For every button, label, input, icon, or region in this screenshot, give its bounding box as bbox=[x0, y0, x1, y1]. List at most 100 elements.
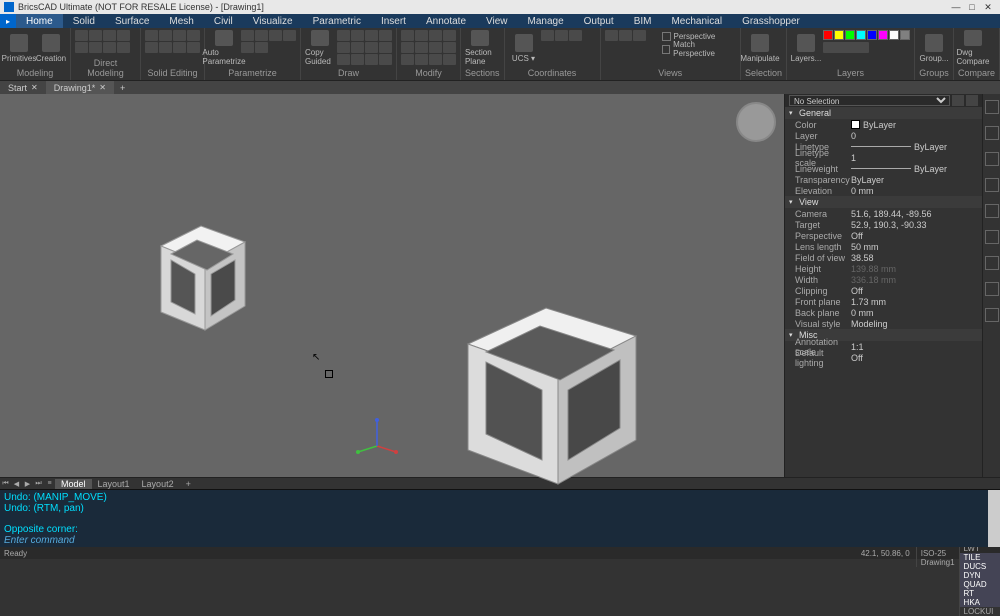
menu-tab-output[interactable]: Output bbox=[574, 14, 624, 28]
props-value[interactable]: ByLayer bbox=[851, 175, 982, 185]
ribbon-tool-icon[interactable] bbox=[159, 42, 172, 53]
rail-tool-icon[interactable] bbox=[985, 308, 999, 322]
ribbon-tool-icon[interactable] bbox=[379, 30, 392, 41]
ribbon-tool-icon[interactable] bbox=[856, 42, 869, 53]
ribbon-tool-icon[interactable] bbox=[75, 42, 88, 53]
layer-color-swatch[interactable] bbox=[900, 30, 910, 40]
close-icon[interactable]: ✕ bbox=[99, 83, 106, 92]
layout-nav-button[interactable]: ⏭ bbox=[33, 480, 44, 488]
ribbon-tool-icon[interactable] bbox=[241, 30, 254, 41]
props-row-height[interactable]: Height139.88 mm bbox=[785, 263, 982, 274]
status-toggle-lockui[interactable]: LOCKUI bbox=[959, 607, 1000, 616]
ribbon-tool-icon[interactable] bbox=[145, 30, 158, 41]
ribbon-tool-icon[interactable] bbox=[173, 42, 186, 53]
ribbon-button-group-[interactable]: Group... bbox=[919, 30, 949, 66]
minimize-button[interactable]: — bbox=[948, 2, 964, 12]
status-toggle-hka[interactable]: HKA bbox=[959, 598, 1000, 607]
ribbon-tool-icon[interactable] bbox=[351, 42, 364, 53]
pickadd-icon[interactable] bbox=[966, 95, 978, 106]
ribbon-tool-icon[interactable] bbox=[187, 42, 200, 53]
ribbon-tool-icon[interactable] bbox=[379, 54, 392, 65]
props-row-camera[interactable]: Camera51.6, 189.44, -89.56 bbox=[785, 208, 982, 219]
ribbon-tool-icon[interactable] bbox=[443, 42, 456, 53]
ribbon-tool-icon[interactable] bbox=[633, 30, 646, 41]
layout-tab-layout1[interactable]: Layout1 bbox=[92, 479, 136, 489]
command-line[interactable]: Undo: (MANIP_MOVE) Undo: (RTM, pan) Oppo… bbox=[0, 489, 1000, 547]
ribbon-tool-icon[interactable] bbox=[145, 42, 158, 53]
props-section-view[interactable]: View bbox=[785, 196, 982, 208]
layout-tab-add[interactable]: + bbox=[180, 479, 197, 489]
ribbon-tool-icon[interactable] bbox=[429, 54, 442, 65]
ribbon-tool-icon[interactable] bbox=[415, 54, 428, 65]
layer-color-swatch[interactable] bbox=[878, 30, 888, 40]
ribbon-tool-icon[interactable] bbox=[555, 30, 568, 41]
ribbon-button-dwg-compare[interactable]: Dwg Compare bbox=[958, 30, 988, 66]
props-row-default-lighting[interactable]: Default lightingOff bbox=[785, 352, 982, 363]
ribbon-tool-icon[interactable] bbox=[429, 30, 442, 41]
menu-tab-view[interactable]: View bbox=[476, 14, 518, 28]
ribbon-tool-icon[interactable] bbox=[255, 30, 268, 41]
props-value[interactable]: Off bbox=[851, 231, 982, 241]
props-value[interactable]: 0 mm bbox=[851, 308, 982, 318]
ribbon-button-primitives[interactable]: Primitives bbox=[4, 30, 34, 66]
rail-tool-icon[interactable] bbox=[985, 178, 999, 192]
props-value[interactable]: ByLayer bbox=[851, 142, 982, 152]
ribbon-tool-icon[interactable] bbox=[541, 30, 554, 41]
props-value[interactable]: 139.88 mm bbox=[851, 264, 982, 274]
rail-tool-icon[interactable] bbox=[985, 230, 999, 244]
close-icon[interactable]: ✕ bbox=[31, 83, 38, 92]
ribbon-tool-icon[interactable] bbox=[75, 30, 88, 41]
ribbon-tool-icon[interactable] bbox=[103, 30, 116, 41]
ribbon-tool-icon[interactable] bbox=[351, 54, 364, 65]
ribbon-tool-icon[interactable] bbox=[401, 54, 414, 65]
ribbon-tool-icon[interactable] bbox=[415, 30, 428, 41]
ribbon-tool-icon[interactable] bbox=[337, 42, 350, 53]
layout-tab-layout2[interactable]: Layout2 bbox=[136, 479, 180, 489]
menu-tab-home[interactable]: Home bbox=[16, 14, 63, 28]
ribbon-button-manipulate[interactable]: Manipulate bbox=[745, 30, 775, 66]
props-value[interactable]: 1 bbox=[851, 153, 982, 163]
ribbon-tool-icon[interactable] bbox=[415, 42, 428, 53]
ribbon-tool-icon[interactable] bbox=[401, 42, 414, 53]
props-value[interactable]: 51.6, 189.44, -89.56 bbox=[851, 209, 982, 219]
layer-color-swatch[interactable] bbox=[856, 30, 866, 40]
menu-tab-solid[interactable]: Solid bbox=[63, 14, 105, 28]
menu-tab-grasshopper[interactable]: Grasshopper bbox=[732, 14, 810, 28]
props-row-color[interactable]: ColorByLayer bbox=[785, 119, 982, 130]
status-segment[interactable]: ISO-25 bbox=[916, 549, 959, 558]
ribbon-tool-icon[interactable] bbox=[255, 42, 268, 53]
ribbon-tool-icon[interactable] bbox=[103, 42, 116, 53]
ribbon-tool-icon[interactable] bbox=[351, 30, 364, 41]
props-row-front-plane[interactable]: Front plane1.73 mm bbox=[785, 296, 982, 307]
doc-tab-start[interactable]: Start✕ bbox=[0, 81, 46, 94]
maximize-button[interactable]: □ bbox=[964, 2, 980, 12]
layout-nav-button[interactable]: ≡ bbox=[44, 480, 55, 487]
layout-tab-model[interactable]: Model bbox=[55, 479, 92, 489]
status-toggle-tile[interactable]: TILE bbox=[959, 553, 1000, 562]
menu-tab-surface[interactable]: Surface bbox=[105, 14, 159, 28]
rail-tool-icon[interactable] bbox=[985, 126, 999, 140]
ribbon-tool-icon[interactable] bbox=[443, 30, 456, 41]
ribbon-tool-icon[interactable] bbox=[401, 30, 414, 41]
layer-color-swatch[interactable] bbox=[845, 30, 855, 40]
layout-nav-button[interactable]: ⏮ bbox=[0, 480, 11, 488]
status-segment[interactable]: Drawing1 bbox=[916, 558, 959, 567]
ribbon-tool-icon[interactable] bbox=[365, 30, 378, 41]
status-toggle-quad[interactable]: QUAD bbox=[959, 580, 1000, 589]
rail-tool-icon[interactable] bbox=[985, 256, 999, 270]
ribbon-button-layers-[interactable]: Layers... bbox=[791, 30, 821, 66]
ribbon-tool-icon[interactable] bbox=[337, 30, 350, 41]
cmd-scrollbar[interactable] bbox=[988, 490, 1000, 547]
menu-tab-manage[interactable]: Manage bbox=[518, 14, 574, 28]
layer-color-swatch[interactable] bbox=[867, 30, 877, 40]
viewcube[interactable] bbox=[736, 102, 776, 142]
props-value[interactable]: Off bbox=[851, 286, 982, 296]
ribbon-tool-icon[interactable] bbox=[159, 30, 172, 41]
ribbon-tool-icon[interactable] bbox=[379, 42, 392, 53]
props-value[interactable]: 0 bbox=[851, 131, 982, 141]
props-row-back-plane[interactable]: Back plane0 mm bbox=[785, 307, 982, 318]
props-value[interactable]: Off bbox=[851, 353, 982, 363]
ribbon-button-section-plane[interactable]: Section Plane bbox=[465, 30, 495, 66]
props-value[interactable]: 38.58 bbox=[851, 253, 982, 263]
props-row-layer[interactable]: Layer0 bbox=[785, 130, 982, 141]
